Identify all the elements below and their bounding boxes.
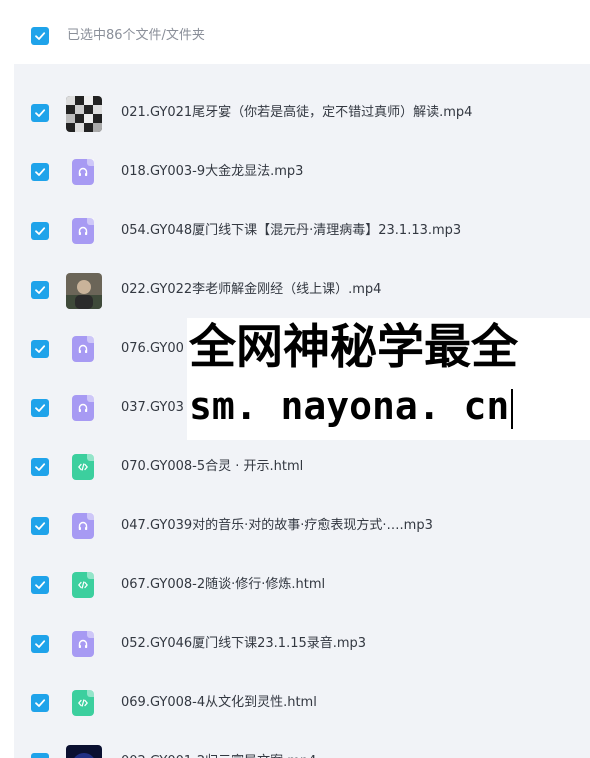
checkmark-icon (35, 581, 46, 589)
file-row[interactable]: 047.GY039对的音乐·对的故事·疗愈表现方式·….mp3 (14, 485, 590, 544)
audio-file-icon (72, 395, 96, 423)
file-checkbox[interactable] (31, 104, 49, 122)
file-checkbox[interactable] (31, 222, 49, 240)
audio-file-icon (72, 513, 96, 541)
audio-file-icon (72, 631, 96, 659)
checkmark-icon (35, 522, 46, 530)
checkmark-icon (35, 286, 46, 294)
checkmark-icon (35, 227, 46, 235)
watermark-overlay: 全网神秘学最全 sm. nayona. cn (187, 318, 590, 440)
checkmark-icon (35, 109, 46, 117)
watermark-title: 全网神秘学最全 (189, 320, 518, 375)
watermark-url: sm. nayona. cn (189, 384, 510, 428)
checkmark-icon (35, 640, 46, 648)
file-row[interactable]: 067.GY008-2随谈·修行·修炼.html (14, 544, 590, 603)
file-name: 022.GY022李老师解金刚经（线上课）.mp4 (121, 282, 382, 297)
file-checkbox[interactable] (31, 163, 49, 181)
video-thumbnail (66, 273, 102, 309)
html-file-icon (72, 690, 96, 718)
checkmark-icon (35, 345, 46, 353)
file-name: 002.GY001-2归元富导文案.mp4 (121, 753, 316, 758)
file-name: 021.GY021尾牙宴（你若是高徒，定不错过真师）解读.mp4 (121, 105, 473, 120)
audio-file-icon (72, 336, 96, 364)
watermark-url-line: sm. nayona. cn (189, 382, 514, 430)
file-checkbox[interactable] (31, 635, 49, 653)
selection-count-label: 已选中86个文件/文件夹 (67, 28, 205, 43)
checkmark-icon (35, 404, 46, 412)
file-checkbox[interactable] (31, 694, 49, 712)
file-name: 047.GY039对的音乐·对的故事·疗愈表现方式·….mp3 (121, 518, 433, 533)
file-name: 054.GY048厦门线下课【混元丹·清理病毒】23.1.13.mp3 (121, 223, 462, 238)
html-file-icon (72, 454, 96, 482)
file-name: 070.GY008-5合灵 · 开示.html (121, 459, 304, 474)
video-thumbnail (66, 96, 102, 132)
video-thumbnail (66, 745, 102, 758)
file-row[interactable]: 022.GY022李老师解金刚经（线上课）.mp4 (14, 249, 590, 309)
file-name: 069.GY008-4从文化到灵性.html (121, 695, 317, 710)
select-all-checkbox[interactable] (31, 27, 49, 45)
file-name: 067.GY008-2随谈·修行·修炼.html (121, 577, 326, 592)
audio-file-icon (72, 159, 96, 187)
file-selection-page: 已选中86个文件/文件夹 021.GY021尾牙宴（你若是高徒，定不错过真师）解… (0, 0, 590, 758)
checkmark-icon (35, 32, 46, 40)
file-row[interactable]: 018.GY003-9大金龙显法.mp3 (14, 131, 590, 190)
html-file-icon (72, 572, 96, 600)
file-name: 076.GY00 (121, 341, 184, 356)
file-name: 052.GY046厦门线下课23.1.15录音.mp3 (121, 636, 367, 651)
checkmark-icon (35, 699, 46, 707)
selection-header: 已选中86个文件/文件夹 (0, 0, 590, 72)
text-cursor (511, 388, 514, 429)
checkmark-icon (35, 463, 46, 471)
file-row[interactable]: 054.GY048厦门线下课【混元丹·清理病毒】23.1.13.mp3 (14, 190, 590, 249)
file-checkbox[interactable] (31, 458, 49, 476)
audio-file-icon (72, 218, 96, 246)
file-checkbox[interactable] (31, 399, 49, 417)
file-name: 037.GY03 (121, 400, 184, 415)
file-row[interactable]: 002.GY001-2归元富导文案.mp4 (14, 721, 590, 758)
file-checkbox[interactable] (31, 281, 49, 299)
file-row[interactable]: 069.GY008-4从文化到灵性.html (14, 662, 590, 721)
file-name: 018.GY003-9大金龙显法.mp3 (121, 164, 304, 179)
file-checkbox[interactable] (31, 517, 49, 535)
file-row[interactable]: 021.GY021尾牙宴（你若是高徒，定不错过真师）解读.mp4 (14, 72, 590, 132)
file-checkbox[interactable] (31, 753, 49, 758)
file-checkbox[interactable] (31, 340, 49, 358)
file-checkbox[interactable] (31, 576, 49, 594)
file-row[interactable]: 052.GY046厦门线下课23.1.15录音.mp3 (14, 603, 590, 662)
checkmark-icon (35, 168, 46, 176)
